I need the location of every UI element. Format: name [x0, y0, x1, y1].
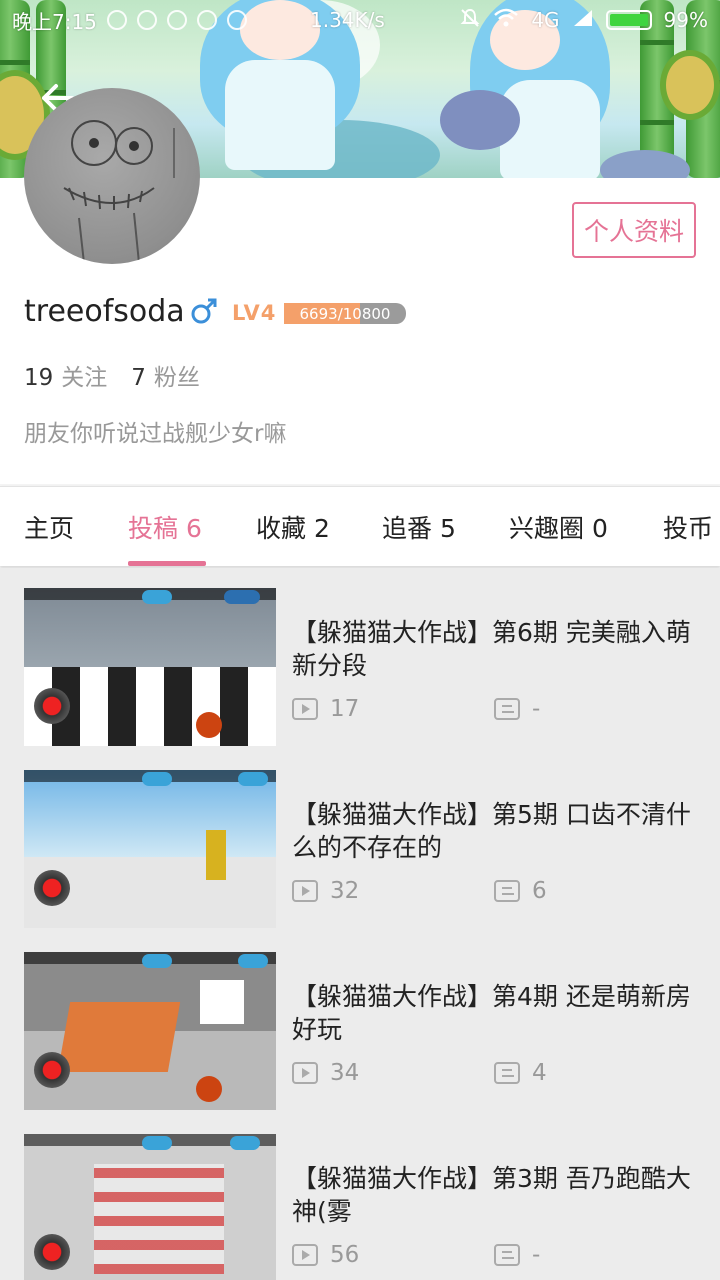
- video-item[interactable]: 【躲猫猫大作战】第6期 完美融入萌新分段 17 -: [0, 568, 720, 746]
- notification-icon: [136, 10, 157, 30]
- video-thumbnail: [24, 770, 276, 928]
- level-badge: LV4: [232, 301, 277, 325]
- video-title: 【躲猫猫大作战】第5期 口齿不清什么的不存在的: [292, 800, 691, 862]
- status-bar: 晚上7:15 1.34K/s 4G 99%: [0, 0, 720, 40]
- network-speed: 1.34K/s: [310, 8, 385, 32]
- signal-icon: [572, 8, 594, 33]
- notification-icon: [196, 10, 217, 30]
- male-icon: [190, 296, 218, 330]
- play-icon: [292, 880, 318, 902]
- danmaku-count-value: 4: [532, 1060, 547, 1086]
- active-tab-indicator: [128, 561, 206, 566]
- experience-text: 6693/10800: [299, 304, 391, 323]
- danmaku-count-value: -: [532, 1242, 541, 1268]
- tab-coins[interactable]: 投币: [663, 487, 713, 566]
- danmaku-icon: [494, 1244, 520, 1266]
- video-item[interactable]: 【躲猫猫大作战】第5期 口齿不清什么的不存在的 32 6: [0, 750, 720, 928]
- edit-profile-button[interactable]: 个人资料: [572, 202, 696, 258]
- danmaku-count: 4: [494, 1060, 547, 1086]
- fans-count: 7: [131, 365, 146, 391]
- danmaku-icon: [494, 698, 520, 720]
- wifi-icon: [493, 7, 519, 34]
- danmaku-count: 6: [494, 878, 547, 904]
- play-icon: [292, 1244, 318, 1266]
- play-count-value: 17: [330, 696, 360, 722]
- status-time: 晚上7:15: [12, 9, 97, 34]
- video-item[interactable]: 【躲猫猫大作战】第4期 还是萌新房好玩 34 4: [0, 932, 720, 1110]
- play-count: 32: [292, 878, 359, 904]
- play-icon: [292, 698, 318, 720]
- battery-level: 99%: [663, 8, 708, 32]
- danmaku-count: -: [494, 696, 540, 722]
- tab-home[interactable]: 主页: [24, 487, 74, 566]
- danmaku-count-value: 6: [532, 878, 547, 904]
- fans-stat[interactable]: 7 粉丝: [131, 358, 200, 392]
- tab-interest-circle[interactable]: 兴趣圈 0: [509, 487, 608, 566]
- notification-icon: [106, 10, 127, 30]
- danmaku-count-value: -: [532, 696, 541, 722]
- experience-bar: 6693/10800: [284, 303, 406, 324]
- mute-icon: [459, 7, 481, 34]
- notification-icon: [166, 10, 187, 30]
- play-count-value: 32: [330, 878, 360, 904]
- video-title: 【躲猫猫大作战】第4期 还是萌新房好玩: [292, 982, 691, 1044]
- video-thumbnail: [24, 1134, 276, 1280]
- following-stat[interactable]: 19 关注: [24, 358, 107, 392]
- danmaku-count: -: [494, 1242, 540, 1268]
- profile-tabs: 主页 投稿 6 收藏 2 追番 5 兴趣圈 0 投币: [0, 486, 720, 566]
- video-thumbnail: [24, 952, 276, 1110]
- bio-text: 朋友你听说过战舰少女r嘛: [24, 421, 287, 447]
- fans-label: 粉丝: [153, 365, 200, 391]
- avatar[interactable]: [24, 88, 200, 264]
- tab-bangumi[interactable]: 追番 5: [382, 487, 456, 566]
- play-count: 34: [292, 1060, 359, 1086]
- battery-icon: [605, 10, 652, 30]
- following-label: 关注: [61, 365, 108, 391]
- tab-favorites[interactable]: 收藏 2: [256, 487, 330, 566]
- play-count-value: 56: [330, 1242, 360, 1268]
- play-count: 56: [292, 1242, 359, 1268]
- video-title: 【躲猫猫大作战】第6期 完美融入萌新分段: [292, 618, 691, 680]
- play-count: 17: [292, 696, 359, 722]
- tab-uploads[interactable]: 投稿 6: [128, 487, 202, 566]
- danmaku-icon: [494, 1062, 520, 1084]
- video-list: 【躲猫猫大作战】第6期 完美融入萌新分段 17 - 【躲猫猫大作战】第5期 口齿…: [0, 568, 720, 1280]
- notification-icon: [226, 10, 247, 30]
- video-thumbnail: [24, 588, 276, 746]
- signal-label: 4G: [531, 8, 560, 32]
- follow-stats: 19 关注 7 粉丝: [24, 358, 200, 392]
- following-count: 19: [24, 365, 54, 391]
- danmaku-icon: [494, 880, 520, 902]
- video-title: 【躲猫猫大作战】第3期 吾乃跑酷大神(雾: [292, 1164, 691, 1226]
- video-item[interactable]: 【躲猫猫大作战】第3期 吾乃跑酷大神(雾 56 -: [0, 1114, 720, 1280]
- username: treeofsoda: [24, 294, 185, 329]
- play-count-value: 34: [330, 1060, 360, 1086]
- play-icon: [292, 1062, 318, 1084]
